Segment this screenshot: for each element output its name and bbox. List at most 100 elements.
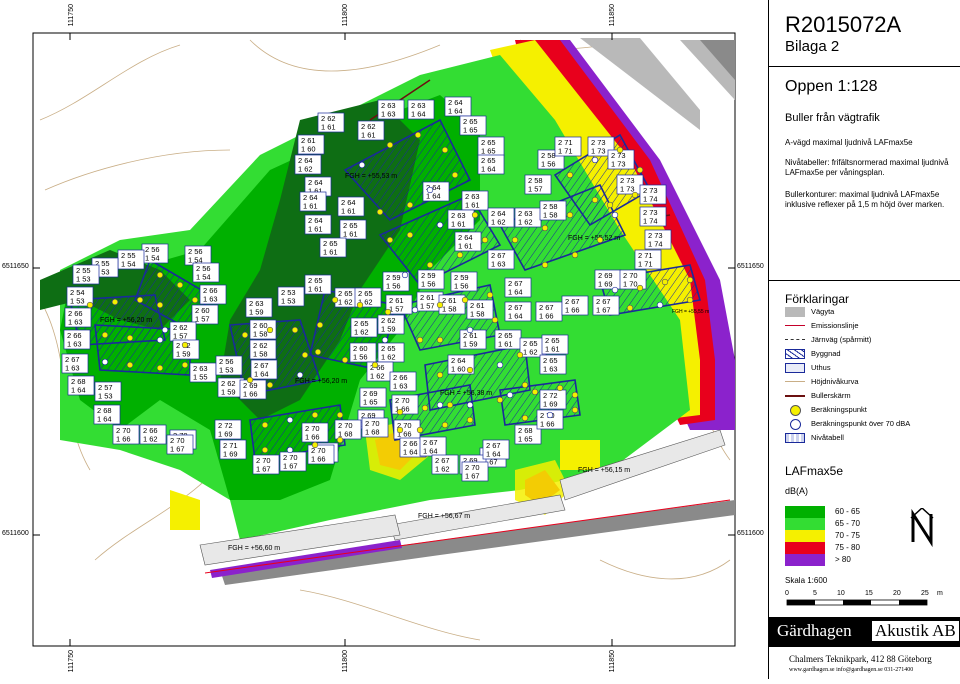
calc-point <box>636 166 644 174</box>
level-value: 1 61 <box>458 242 473 251</box>
level-value: 1 73 <box>611 160 626 169</box>
level-value: 1 67 <box>465 472 480 481</box>
calc-point <box>481 236 489 244</box>
description-3: Bullerkonturer: maximal ljudnivå LAFmax5… <box>785 190 945 209</box>
level-value: 1 59 <box>381 325 396 334</box>
calc-point <box>261 421 269 429</box>
level-value: 1 54 <box>145 254 160 263</box>
separator <box>769 280 960 281</box>
level-value: 1 60 <box>301 145 316 154</box>
level-table: 2 661 63 <box>63 329 91 350</box>
noise-band-row: 60 - 65 <box>785 506 905 518</box>
fgh-label: FGH = +55,55 m <box>672 309 709 315</box>
band-label: 70 - 75 <box>835 531 860 540</box>
level-value: 1 66 <box>540 420 555 429</box>
legend-item: Bullerskärm <box>785 390 955 402</box>
calc-point <box>496 361 504 369</box>
level-table: 2 721 69 <box>214 419 242 440</box>
scale-unit: m <box>937 590 943 597</box>
contour-line-icon <box>785 381 805 382</box>
calc-point <box>571 406 579 414</box>
calc-point <box>626 304 634 312</box>
level-value: 1 63 <box>393 382 408 391</box>
legend-item: Beräkningspunkt <box>785 404 955 416</box>
level-value: 1 62 <box>354 328 369 337</box>
level-table: 2 651 61 <box>494 329 522 350</box>
coord-bottom-1: 111750 <box>68 650 75 673</box>
level-table-icon <box>785 433 805 443</box>
description-2: Nivåtabeller: frifältsnormerad maximal l… <box>785 158 949 177</box>
level-value: 1 64 <box>254 370 269 379</box>
calc-point <box>426 186 434 194</box>
calc-point <box>331 296 339 304</box>
calc-point <box>436 401 444 409</box>
scale-tick: 10 <box>837 590 845 597</box>
level-value: 1 59 <box>249 308 264 317</box>
level-value: 1 70 <box>623 280 638 289</box>
scale-tick: 5 <box>813 590 817 597</box>
calc-point <box>86 301 94 309</box>
calc-point <box>591 156 599 164</box>
level-table: 2 721 69 <box>539 389 567 410</box>
calc-point <box>471 211 479 219</box>
level-value: 1 53 <box>70 297 85 306</box>
level-table: 2 671 64 <box>419 436 447 457</box>
level-table: 2 651 65 <box>459 115 487 136</box>
level-table: 2 641 64 <box>422 181 450 202</box>
calc-point <box>516 351 524 359</box>
calc-point <box>101 358 109 366</box>
calc-point <box>156 364 164 372</box>
calc-point <box>416 336 424 344</box>
level-value: 1 66 <box>116 435 131 444</box>
calc-point <box>336 411 344 419</box>
level-table: 2 731 74 <box>639 206 667 227</box>
level-value: 1 57 <box>420 302 435 311</box>
calc-point <box>386 141 394 149</box>
calc-point <box>266 381 274 389</box>
level-table: 2 671 64 <box>504 277 532 298</box>
zoom-label: Oppen 1:128 <box>785 78 878 95</box>
noise-band-row: 65 - 70 <box>785 518 905 530</box>
level-table: 2 631 62 <box>514 207 542 228</box>
level-value: 1 61 <box>323 248 338 257</box>
coord-left-1: 6511650 <box>2 263 29 270</box>
level-table: 2 701 67 <box>252 454 280 475</box>
calc-point <box>466 366 474 374</box>
level-value: 1 64 <box>486 450 501 459</box>
level-value: 1 56 <box>421 280 436 289</box>
level-value: 1 55 <box>193 373 208 382</box>
coord-right-1: 6511650 <box>737 263 764 270</box>
level-table: 2 651 62 <box>377 342 405 363</box>
legend-label: Emissionslinje <box>811 321 859 330</box>
coord-top-2: 111800 <box>342 4 349 27</box>
level-value: 1 62 <box>298 165 313 174</box>
level-value: 1 63 <box>67 340 82 349</box>
level-value: 1 58 <box>543 211 558 220</box>
level-value: 1 71 <box>558 147 573 156</box>
level-table: 2 731 74 <box>644 229 672 250</box>
level-value: 1 61 <box>303 202 318 211</box>
level-value: 1 53 <box>98 392 113 401</box>
level-table: 2 531 53 <box>277 286 305 307</box>
calc-point <box>566 171 574 179</box>
calc-point <box>541 224 549 232</box>
level-table: 2 701 68 <box>361 417 389 438</box>
calc-point <box>521 381 529 389</box>
level-value: 1 64 <box>97 415 112 424</box>
level-value: 1 57 <box>389 305 404 314</box>
calc-point <box>246 376 254 384</box>
calc-point <box>406 201 414 209</box>
calc-point <box>566 211 574 219</box>
band-label: > 80 <box>835 555 851 564</box>
legend-label: Uthus <box>811 363 831 372</box>
calc-point <box>358 161 366 169</box>
level-value: 1 64 <box>481 165 496 174</box>
coord-top-1: 111750 <box>68 4 75 27</box>
calc-point <box>466 416 474 424</box>
level-value: 1 53 <box>219 366 234 375</box>
company-name-b: Akustik AB <box>872 621 959 641</box>
calc-point <box>521 414 529 422</box>
level-table: 2 641 61 <box>454 231 482 252</box>
level-value: 1 63 <box>65 364 80 373</box>
level-table: 2 711 71 <box>554 136 582 157</box>
